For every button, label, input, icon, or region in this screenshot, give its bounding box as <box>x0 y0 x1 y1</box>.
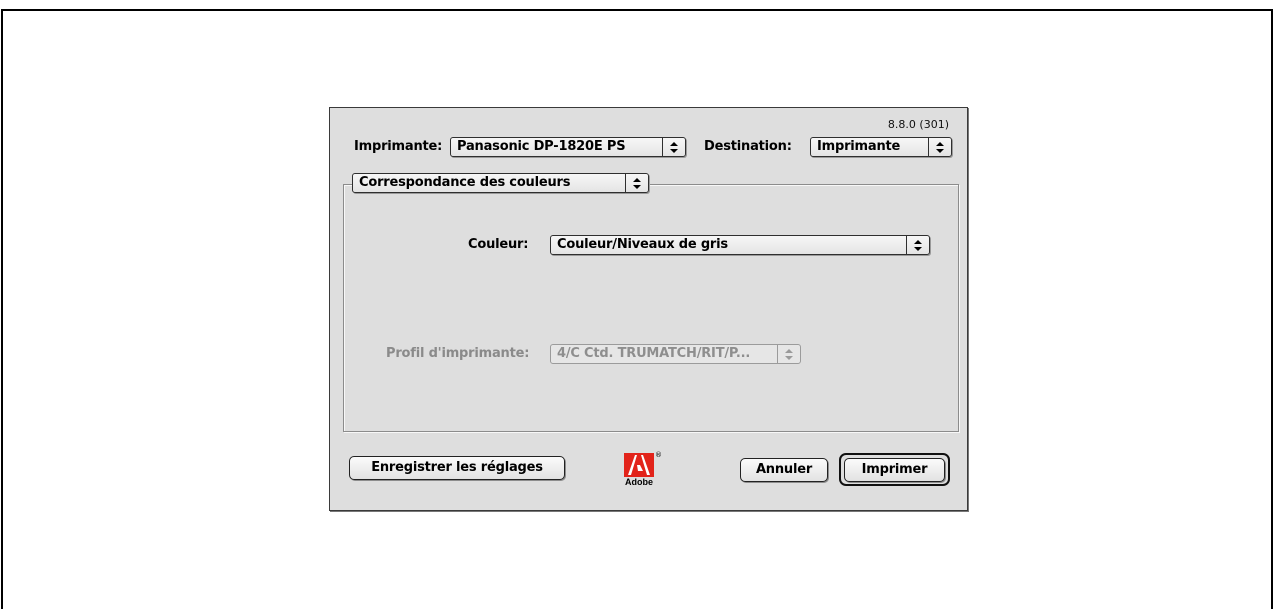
print-button[interactable]: Imprimer <box>844 458 945 482</box>
registered-mark: ® <box>655 451 662 459</box>
color-popup[interactable]: Couleur/Niveaux de gris <box>550 235 930 255</box>
cancel-button[interactable]: Annuler <box>740 458 828 482</box>
print-dialog: 8.8.0 (301) Imprimante: Panasonic DP-182… <box>329 107 968 511</box>
profile-popup: 4/C Ctd. TRUMATCH/RIT/P... <box>550 344 801 364</box>
updown-arrows-icon <box>662 138 685 156</box>
adobe-logo-text: Adobe <box>625 477 653 487</box>
destination-popup-value: Imprimante <box>817 139 901 154</box>
color-label: Couleur: <box>468 237 529 252</box>
panel-popup[interactable]: Correspondance des couleurs <box>352 173 649 193</box>
version-label: 8.8.0 (301) <box>887 118 949 131</box>
printer-popup[interactable]: Panasonic DP-1820E PS <box>450 137 686 157</box>
panel-popup-value: Correspondance des couleurs <box>359 175 571 190</box>
adobe-logo-icon: ® Adobe <box>624 451 662 491</box>
save-settings-button[interactable]: Enregistrer les réglages <box>349 456 565 480</box>
printer-popup-value: Panasonic DP-1820E PS <box>457 139 626 154</box>
updown-arrows-icon <box>928 138 951 156</box>
profile-label: Profil d'imprimante: <box>386 346 530 361</box>
updown-arrows-icon <box>906 236 929 254</box>
profile-popup-value: 4/C Ctd. TRUMATCH/RIT/P... <box>557 346 751 361</box>
updown-arrows-icon <box>777 345 800 363</box>
destination-label: Destination: <box>704 139 792 154</box>
printer-label: Imprimante: <box>354 139 443 154</box>
settings-group-box <box>343 184 959 432</box>
color-popup-value: Couleur/Niveaux de gris <box>557 237 728 252</box>
updown-arrows-icon <box>625 174 648 192</box>
destination-popup[interactable]: Imprimante <box>810 137 952 157</box>
